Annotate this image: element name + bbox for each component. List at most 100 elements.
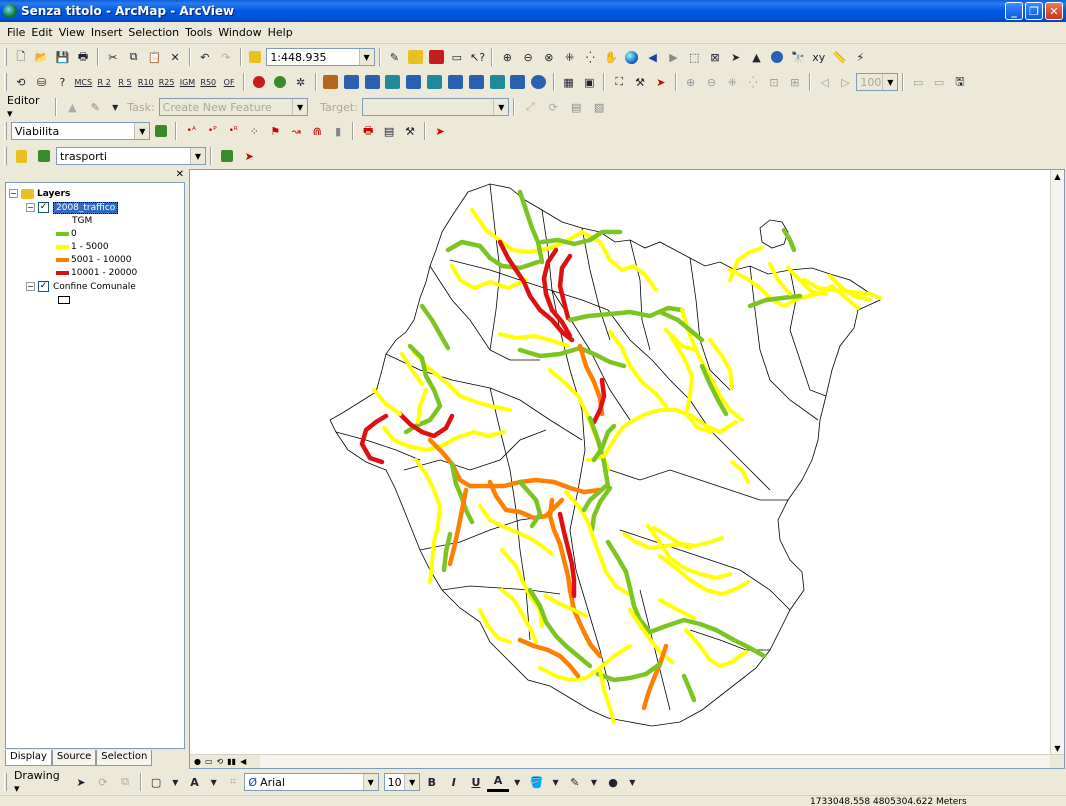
map-tool-11-icon[interactable] xyxy=(529,72,549,92)
cut-icon[interactable]: ✂ xyxy=(103,47,123,67)
chevron-down-icon[interactable]: ▼ xyxy=(510,772,525,792)
delete-icon[interactable]: ✕ xyxy=(165,47,185,67)
undo-icon[interactable]: ↶ xyxy=(195,47,215,67)
r10-button[interactable]: R10 xyxy=(136,72,156,92)
menu-view[interactable]: View xyxy=(56,26,88,39)
add-data-icon[interactable] xyxy=(246,47,266,67)
scroll-left-icon[interactable]: ◀ xyxy=(240,757,246,766)
pause-draw-icon[interactable]: ▮▮ xyxy=(227,757,236,766)
editor-toolbar-icon[interactable]: ✎ xyxy=(385,47,405,67)
whats-this-icon[interactable]: ↖? xyxy=(468,47,488,67)
collapse-icon[interactable]: − xyxy=(26,282,35,291)
network-options-icon[interactable] xyxy=(151,121,171,141)
maximize-button[interactable]: ❐ xyxy=(1025,2,1043,20)
select-icon[interactable]: ▲ xyxy=(747,47,767,67)
tab-selection[interactable]: Selection xyxy=(96,750,153,766)
zoom-out-icon[interactable]: ⊖ xyxy=(518,47,538,67)
callout-icon[interactable]: ⌗ xyxy=(222,772,243,792)
map-scale-combo[interactable]: 1:448.935 ▼ xyxy=(266,48,375,66)
chevron-down-icon[interactable]: ▼ xyxy=(292,99,308,115)
open-icon[interactable]: 📂 xyxy=(32,47,52,67)
layer-name[interactable]: Confine Comunale xyxy=(53,282,136,292)
mcs-button[interactable]: MCS xyxy=(73,72,93,92)
minimize-button[interactable]: _ xyxy=(1005,2,1023,20)
chevron-down-icon[interactable]: ▼ xyxy=(548,772,563,792)
refresh-icon[interactable]: ⟲ xyxy=(11,72,31,92)
of-button[interactable]: OF xyxy=(219,72,239,92)
toolbar-grip[interactable] xyxy=(4,773,7,791)
task-combo[interactable]: Create New Feature ▼ xyxy=(158,98,309,116)
attributes-icon[interactable]: ▤ xyxy=(565,97,587,117)
menu-edit[interactable]: Edit xyxy=(28,26,55,39)
layer-visibility-checkbox[interactable]: ✓ xyxy=(38,202,49,213)
back-extent-icon[interactable]: ◀ xyxy=(643,47,663,67)
network-layer-combo[interactable]: Viabilita ▼ xyxy=(10,122,151,140)
database-icon[interactable]: ⛁ xyxy=(32,72,52,92)
chevron-down-icon[interactable]: ▼ xyxy=(404,774,420,790)
thematic-options-icon[interactable] xyxy=(216,146,238,166)
info-icon[interactable] xyxy=(249,72,269,92)
network-nodes-icon[interactable]: ⁘ xyxy=(244,121,264,141)
toolbar-grip[interactable] xyxy=(4,147,7,165)
paste-icon[interactable]: 📋 xyxy=(144,47,164,67)
layout-zoom-whole-icon[interactable]: ⊡ xyxy=(764,72,784,92)
chevron-down-icon[interactable]: ▼ xyxy=(206,772,221,792)
change-layout-icon[interactable]: 🖫 xyxy=(950,72,970,92)
arccatalog-icon[interactable] xyxy=(405,47,425,67)
tab-display[interactable]: Display xyxy=(5,750,52,766)
zoom-in-icon[interactable]: ⊕ xyxy=(497,47,517,67)
font-color-icon[interactable]: A xyxy=(487,772,509,792)
chevron-down-icon[interactable]: ▼ xyxy=(625,772,640,792)
split-tool-icon[interactable]: ⤢ xyxy=(519,97,541,117)
identify-icon[interactable] xyxy=(767,47,787,67)
rotate-icon[interactable]: ⟳ xyxy=(92,772,113,792)
copy-icon[interactable]: ⧉ xyxy=(124,47,144,67)
horizontal-scrollbar[interactable] xyxy=(260,755,1050,768)
gear-tool-icon[interactable]: ✲ xyxy=(291,72,311,92)
r50-button[interactable]: R50 xyxy=(198,72,218,92)
bold-icon[interactable]: B xyxy=(421,772,442,792)
toc-layer-traffico[interactable]: − ✓ 2008_traffico xyxy=(26,201,119,214)
chevron-down-icon[interactable]: ▼ xyxy=(168,772,183,792)
italic-icon[interactable]: I xyxy=(443,772,464,792)
layout-forward-icon[interactable]: ▷ xyxy=(836,72,856,92)
map-tool-10-icon[interactable] xyxy=(508,72,528,92)
map-tool-5-icon[interactable] xyxy=(404,72,424,92)
measure-icon[interactable]: 📏 xyxy=(830,47,850,67)
flag-icon[interactable]: ➤ xyxy=(651,72,671,92)
chevron-down-icon[interactable]: ▼ xyxy=(358,49,374,65)
menu-insert[interactable]: Insert xyxy=(88,26,126,39)
layer-name[interactable]: 2008_traffico xyxy=(53,201,119,214)
map-tool-3-icon[interactable] xyxy=(362,72,382,92)
save-icon[interactable]: 💾 xyxy=(52,47,72,67)
thematic-run-icon[interactable]: ➤ xyxy=(238,146,260,166)
menu-tools[interactable]: Tools xyxy=(182,26,215,39)
help-query-icon[interactable]: ? xyxy=(53,72,73,92)
layer-tool-icon[interactable] xyxy=(270,72,290,92)
r5-button[interactable]: R 5 xyxy=(115,72,135,92)
pan-icon[interactable]: ✋ xyxy=(601,47,621,67)
map-tool-8-icon[interactable] xyxy=(466,72,486,92)
underline-icon[interactable]: U xyxy=(465,772,486,792)
clear-selection-icon[interactable]: ⊠ xyxy=(705,47,725,67)
map-tool-9-icon[interactable] xyxy=(487,72,507,92)
crop-icon[interactable]: ⛶ xyxy=(609,72,629,92)
map-display[interactable]: ▲ ▼ ● ▭ ⟲ ▮▮ ◀ xyxy=(189,169,1065,769)
tab-source[interactable]: Source xyxy=(51,750,97,766)
network-block-icon[interactable]: ▮ xyxy=(328,121,348,141)
chevron-down-icon[interactable]: ▼ xyxy=(882,74,898,90)
vertical-scrollbar[interactable]: ▲ ▼ xyxy=(1050,170,1064,756)
r2-button[interactable]: R 2 xyxy=(94,72,114,92)
layout-zoom-combo[interactable]: 100% ▼ xyxy=(856,73,899,91)
add-edge-flag-icon[interactable]: •ᴾ xyxy=(202,121,222,141)
network-solve-icon[interactable]: ➤ xyxy=(430,121,450,141)
layout-view-icon[interactable]: ▭ xyxy=(205,757,213,766)
go-to-xy-icon[interactable]: xy xyxy=(809,47,829,67)
fixed-zoom-in-icon[interactable]: ⁜ xyxy=(560,47,580,67)
toggle-draft-icon[interactable]: ▭ xyxy=(908,72,928,92)
toolbar-grip[interactable] xyxy=(4,73,7,91)
sketch-tool-icon[interactable]: ✎ xyxy=(84,97,106,117)
menu-selection[interactable]: Selection xyxy=(125,26,182,39)
toolbar-grip[interactable] xyxy=(4,48,7,66)
redo-icon[interactable]: ↷ xyxy=(216,47,236,67)
